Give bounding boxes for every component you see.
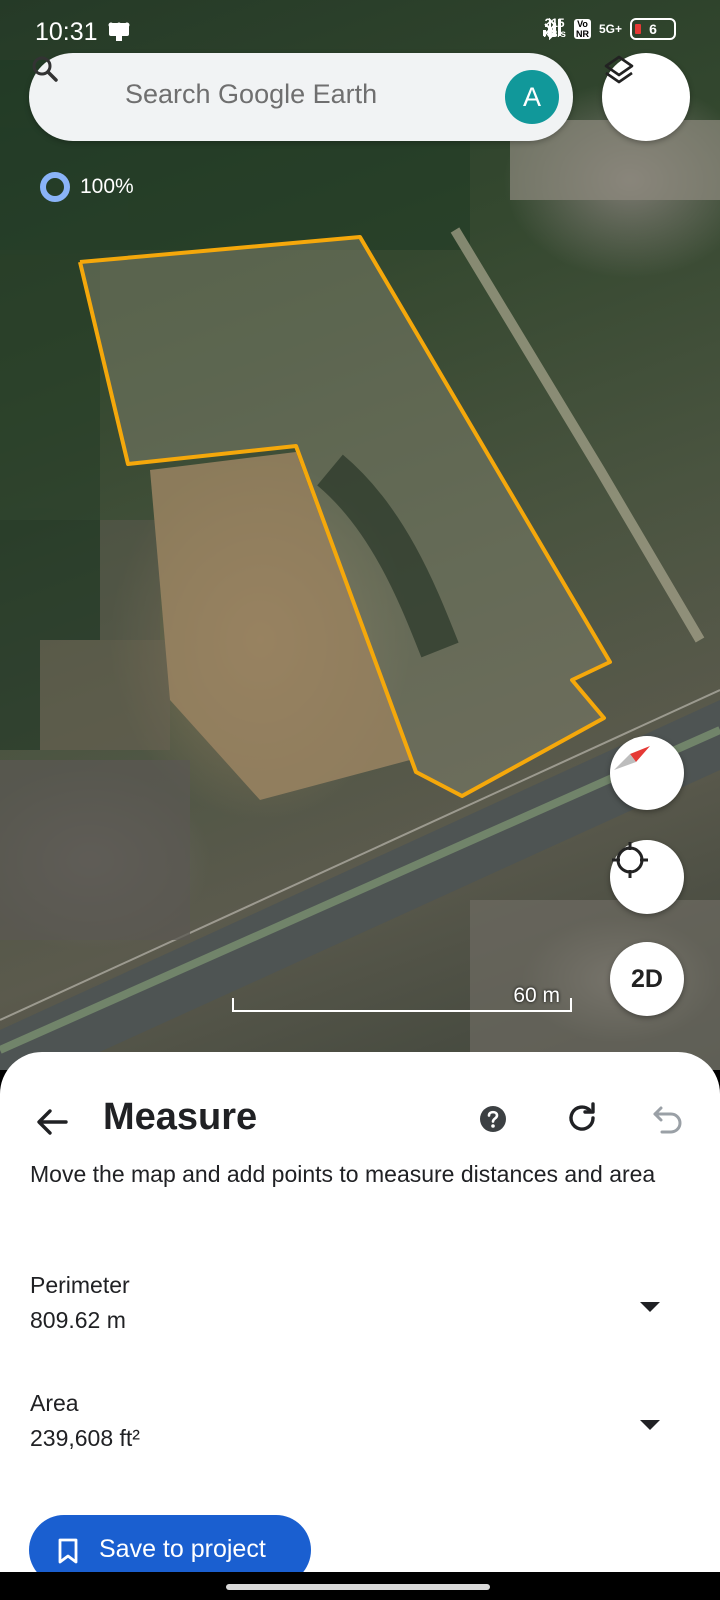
layer-opacity-indicator[interactable]: 100% [40,172,134,202]
network-type: 5G+ [598,22,622,36]
perimeter-dropdown-icon[interactable] [638,1300,662,1314]
undo-icon[interactable] [650,1102,686,1138]
volte-vo-label: Vo [577,19,588,29]
opacity-ring-icon [40,172,70,202]
status-time: 10:31 [35,18,98,46]
crop-field [0,250,100,530]
bookmark-icon [58,1538,78,1564]
crop-field [40,640,170,750]
back-arrow-icon[interactable] [32,1102,72,1142]
map-scale: 60 m [232,984,572,1016]
my-location-button[interactable] [610,840,684,914]
area-row[interactable]: Area 239,608 ft² [30,1390,690,1452]
battery-level: 6 [649,21,657,37]
status-system-icons: 215 KB/s Vo NR 5G+ 6 [543,17,676,40]
crop-field [100,520,160,640]
map-imagery [0,60,720,1070]
view-mode-button[interactable]: 2D [610,942,684,1016]
compass-icon [614,746,650,770]
panel-title: Measure [103,1096,258,1138]
measure-instructions: Move the map and add points to measure d… [30,1161,656,1187]
help-icon[interactable] [478,1104,508,1134]
more-icon [108,22,130,28]
volte-nr-label: NR [575,29,589,39]
battery-icon: 6 [630,18,676,40]
area-value: 239,608 ft² [30,1425,140,1451]
layers-button[interactable] [602,53,690,141]
building-block [0,760,190,940]
account-avatar[interactable]: A [505,70,559,124]
area-label: Area [30,1390,79,1416]
measure-panel: Measure Move the map and add points to m… [0,1052,720,1585]
area-dropdown-icon[interactable] [638,1418,662,1432]
search-bar[interactable]: Search Google Earth A [29,53,573,141]
save-button-label: Save to project [99,1535,266,1563]
my-location-icon [612,842,648,878]
refresh-icon[interactable] [564,1100,600,1136]
home-gesture-handle[interactable] [226,1584,490,1590]
layers-icon [604,55,634,84]
perimeter-value: 809.62 m [30,1307,126,1333]
scale-bar [232,998,572,1012]
compass-button[interactable] [610,736,684,810]
satellite-map[interactable]: 10:31 215 KB/s Vo NR 5G+ [0,0,720,1070]
signal-icon [543,19,562,36]
navigation-bar [0,1572,720,1600]
perimeter-row[interactable]: Perimeter 809.62 m [30,1272,690,1334]
perimeter-label: Perimeter [30,1272,130,1298]
search-icon[interactable] [29,53,61,85]
search-input[interactable]: Search Google Earth [125,79,377,110]
layer-opacity-value: 100% [80,175,134,198]
volte-icon: Vo NR [573,19,591,39]
